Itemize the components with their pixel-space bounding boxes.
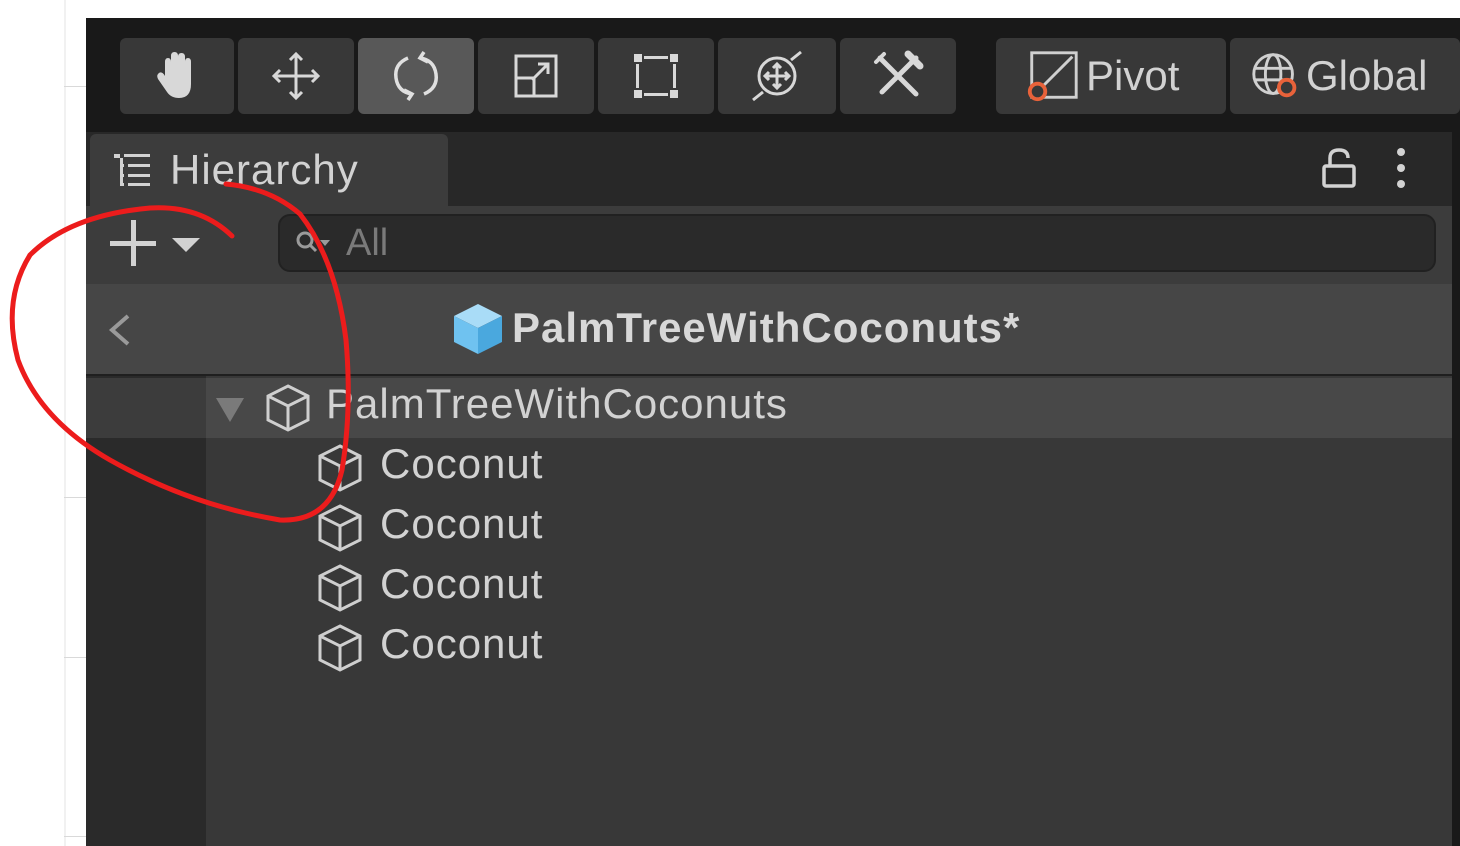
background-window-strip <box>0 0 86 846</box>
rotate-icon <box>394 51 438 101</box>
gameobject-icon <box>318 624 362 672</box>
search-input[interactable] <box>346 218 1416 268</box>
tree-row-gutter <box>86 378 206 438</box>
prefab-title: PalmTreeWithCoconuts* <box>512 304 1021 351</box>
rect-tool-button[interactable] <box>598 38 714 114</box>
scale-icon <box>514 54 558 98</box>
hand-icon <box>157 52 191 98</box>
tree-item-label: Coconut <box>380 620 544 667</box>
transform-tool-button[interactable] <box>718 38 836 114</box>
top-window-strip <box>86 0 1460 18</box>
move-tool-button[interactable] <box>238 38 354 114</box>
gameobject-icon <box>318 564 362 612</box>
tree-item-label: PalmTreeWithCoconuts <box>326 380 788 427</box>
tree-item-label: Coconut <box>380 440 544 487</box>
back-arrow-icon[interactable] <box>100 308 136 352</box>
transform-icon <box>752 50 802 102</box>
strip-divider <box>64 86 86 87</box>
more-options-icon[interactable] <box>1386 144 1416 192</box>
pivot-icon <box>1027 51 1078 102</box>
strip-divider <box>64 497 86 498</box>
panel-border <box>1452 132 1460 846</box>
list-icon <box>114 154 150 186</box>
lock-icon[interactable] <box>1318 146 1360 190</box>
rotate-tool-button[interactable] <box>358 38 474 114</box>
pivot-label: Pivot <box>1086 52 1180 99</box>
gameobject-icon <box>266 384 310 432</box>
custom-tool-button[interactable] <box>840 38 956 114</box>
globe-icon <box>1252 53 1297 98</box>
prefab-icon <box>454 304 502 354</box>
custom-tool-icon <box>874 50 924 97</box>
tree-gutter <box>86 376 206 846</box>
global-toggle[interactable]: Global <box>1230 38 1460 114</box>
search-icon <box>296 231 330 253</box>
create-button[interactable] <box>104 214 214 274</box>
hand-tool-button[interactable] <box>120 38 234 114</box>
strip-divider <box>64 657 86 658</box>
pivot-toggle[interactable]: Pivot <box>996 38 1226 114</box>
global-label: Global <box>1306 52 1428 99</box>
gameobject-icon <box>318 444 362 492</box>
rect-tool-icon <box>634 54 678 98</box>
move-icon <box>271 51 321 101</box>
hierarchy-tab-label: Hierarchy <box>170 146 359 193</box>
strip-divider <box>64 836 86 837</box>
expand-arrow-icon[interactable] <box>212 392 248 426</box>
tree-item-label: Coconut <box>380 560 544 607</box>
strip-edge <box>64 0 66 846</box>
tree-item-label: Coconut <box>380 500 544 547</box>
scale-tool-button[interactable] <box>478 38 594 114</box>
gameobject-icon <box>318 504 362 552</box>
